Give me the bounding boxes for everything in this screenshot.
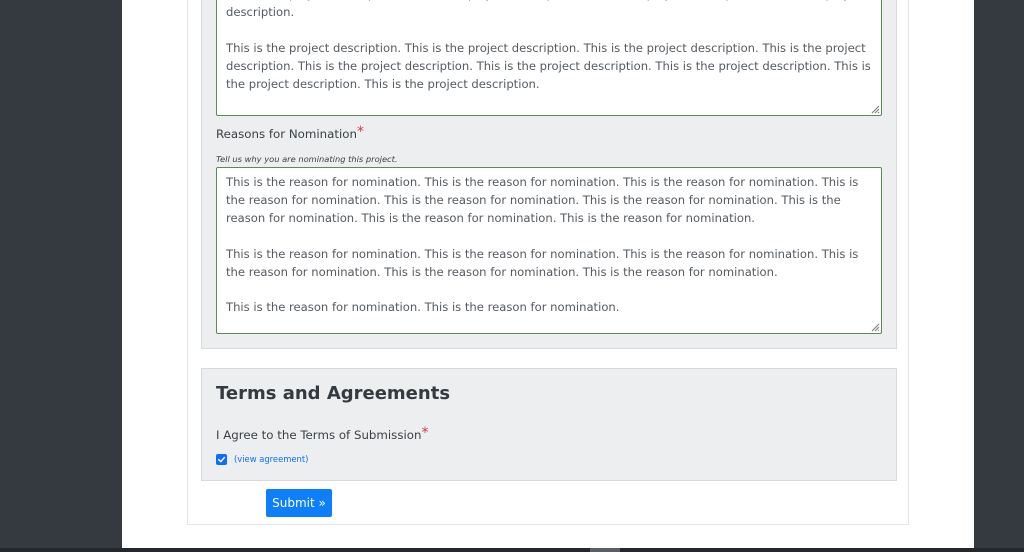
nomination-paragraph: This is the reason for nomination. This … bbox=[226, 246, 859, 279]
view-agreement-link[interactable]: (view agreement) bbox=[234, 454, 308, 464]
nomination-paragraph: This is the reason for nomination. This … bbox=[226, 175, 859, 225]
project-description-textarea[interactable]: This is the project description. This is… bbox=[216, 0, 882, 116]
agree-checkbox[interactable] bbox=[216, 454, 227, 465]
nomination-reasons-textarea[interactable]: This is the reason for nomination. This … bbox=[216, 167, 882, 334]
required-asterisk: * bbox=[356, 124, 364, 140]
required-asterisk: * bbox=[421, 425, 429, 441]
check-icon bbox=[218, 456, 226, 463]
nomination-hint: Tell us why you are nominating this proj… bbox=[216, 154, 398, 164]
terms-heading: Terms and Agreements bbox=[216, 383, 451, 404]
project-description-paragraph: This is the project description. This is… bbox=[226, 0, 866, 19]
nomination-label: Reasons for Nomination* bbox=[216, 124, 364, 141]
horizontal-scrollbar[interactable] bbox=[0, 548, 1024, 552]
terms-label: I Agree to the Terms of Submission* bbox=[216, 425, 429, 442]
nomination-paragraph: This is the reason for nomination. This … bbox=[226, 300, 620, 315]
terms-section: Terms and Agreements I Agree to the Term… bbox=[201, 368, 897, 481]
form-card: This is the project description. This is… bbox=[187, 0, 909, 525]
page: This is the project description. This is… bbox=[122, 0, 974, 548]
project-details-section: This is the project description. This is… bbox=[201, 0, 897, 349]
project-description-paragraph: This is the project description. This is… bbox=[226, 40, 871, 91]
resize-grip-icon[interactable] bbox=[870, 322, 880, 332]
resize-grip-icon[interactable] bbox=[870, 104, 880, 114]
scrollbar-thumb[interactable] bbox=[590, 548, 620, 552]
submit-button[interactable]: Submit » bbox=[266, 489, 332, 517]
